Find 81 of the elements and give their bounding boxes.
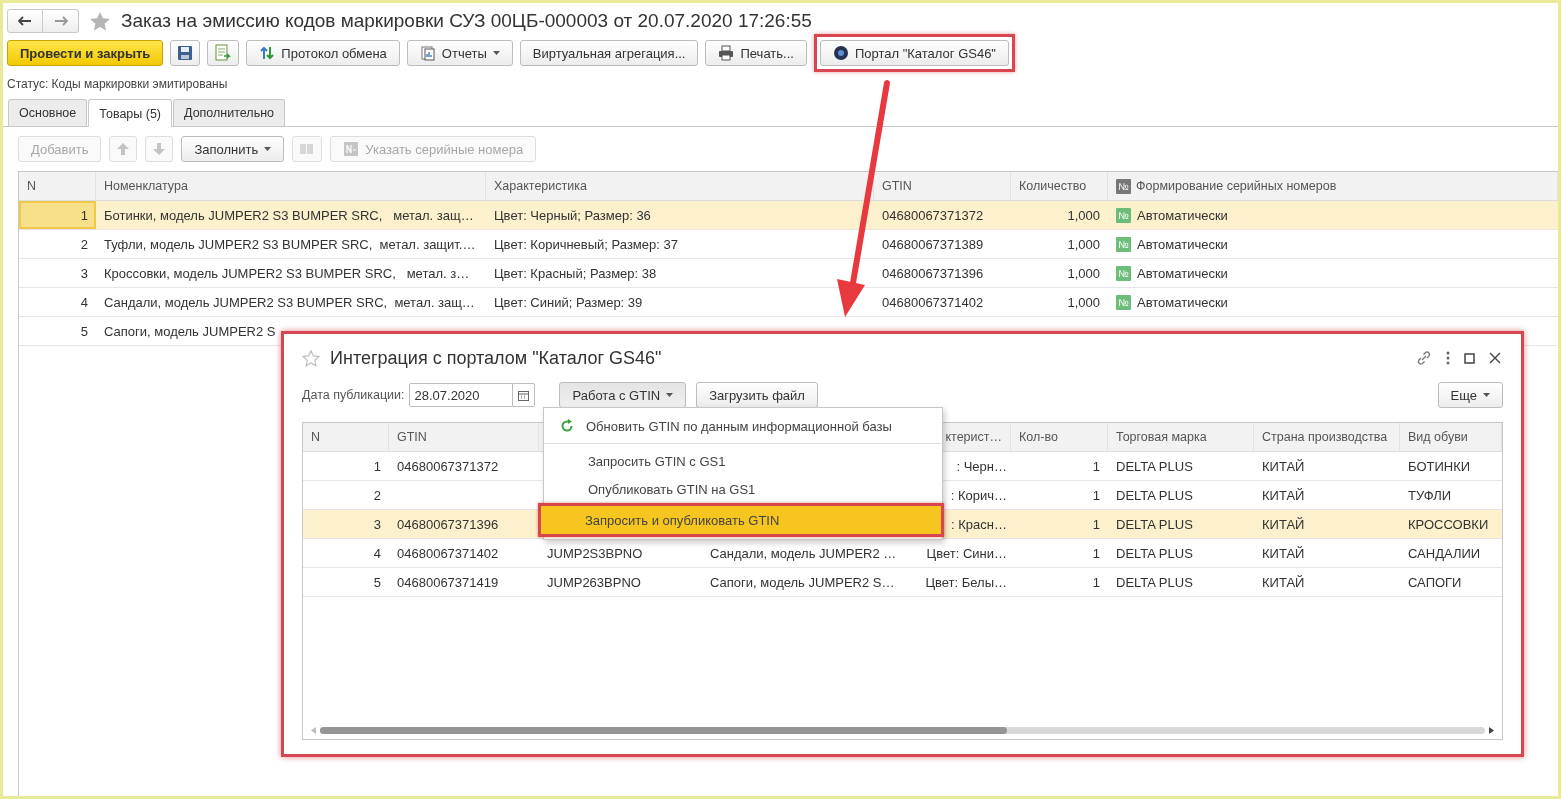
printer-icon <box>718 45 735 61</box>
document-arrow-icon <box>214 44 233 62</box>
number-badge: № <box>1116 265 1131 281</box>
caret-icon <box>666 393 674 397</box>
column-header[interactable]: Кол-во <box>1011 423 1108 452</box>
table-cell: 04680067371372 <box>874 201 1011 230</box>
row-number-cell: 1 <box>19 201 96 230</box>
toolbar-button[interactable]: Протокол обмена <box>246 40 400 66</box>
table-cell-text: Автоматически <box>1137 236 1228 252</box>
column-header[interactable]: Количество <box>1011 172 1108 201</box>
number-badge: № <box>1116 236 1131 252</box>
scroll-left-icon[interactable] <box>311 726 316 734</box>
table-cell: 1 <box>1011 510 1108 539</box>
table-cell-text: Автоматически <box>1137 207 1228 223</box>
arrow-down-icon <box>152 142 167 156</box>
more-icon[interactable] <box>1446 351 1450 365</box>
calendar-icon <box>518 389 530 401</box>
star-icon[interactable] <box>302 349 320 367</box>
window-title: Заказ на эмиссию кодов маркировки СУЗ 00ЦБ-000003 от 20.07.2020 17:26:55 <box>121 10 812 32</box>
star-icon[interactable] <box>89 10 111 32</box>
column-header[interactable]: GTIN <box>389 423 539 452</box>
serial-number-icon <box>343 141 360 157</box>
post-and-close-button[interactable]: Провести и закрыть <box>7 40 164 66</box>
column-header[interactable]: № Формирование серийных номеров <box>1108 172 1558 201</box>
close-icon[interactable] <box>1489 352 1501 364</box>
column-header[interactable]: Страна производства <box>1254 423 1400 452</box>
table-cell: КРОССОВКИ <box>1400 510 1502 539</box>
scrollbar[interactable] <box>320 726 1485 734</box>
row-number-cell: 3 <box>303 510 389 539</box>
more-button[interactable]: Еще <box>1437 382 1503 408</box>
back-button[interactable] <box>7 9 43 33</box>
exchange-arrows-icon <box>259 45 276 61</box>
column-header[interactable]: Торговая марка <box>1108 423 1254 452</box>
toolbar-button[interactable]: Печать... <box>705 40 807 66</box>
menu-item[interactable]: Запросить и опубликовать GTIN <box>541 506 941 534</box>
column-title: Формирование серийных номеров <box>1136 179 1337 193</box>
upload-file-button[interactable]: Загрузить файл <box>696 382 818 408</box>
toolbar-button[interactable]: Портал "Каталог GS46" <box>819 40 1009 66</box>
column-header[interactable]: Номенклатура <box>96 172 486 201</box>
caret-icon <box>264 147 272 151</box>
maximize-icon[interactable] <box>1464 352 1475 364</box>
table-cell: DELTA PLUS <box>1108 510 1254 539</box>
column-header[interactable]: Характеристика <box>486 172 874 201</box>
dialog-title: Интеграция с порталом "Каталог GS46" <box>330 347 663 369</box>
tab[interactable]: Дополнительно <box>173 99 285 126</box>
column-header[interactable]: N <box>303 423 389 452</box>
table-cell-text: Автоматически <box>1137 265 1228 281</box>
toolbar-button[interactable]: Виртуальная агрегация... <box>519 40 699 66</box>
table-cell: КИТАЙ <box>1254 510 1400 539</box>
globe-icon <box>832 45 849 61</box>
table-cell: Ботинки, модель JUMPER2 S3 BUMPER SRC, метал. защ… <box>96 201 486 230</box>
status-text: Статус: Коды маркировки эмитированы <box>6 76 229 93</box>
scroll-right-icon[interactable] <box>1489 726 1494 734</box>
arrow-right-icon <box>53 16 68 26</box>
column-header[interactable]: Вид обуви <box>1400 423 1502 452</box>
refresh-icon <box>560 419 574 433</box>
barcode-icon <box>299 141 316 157</box>
number-badge: № <box>1116 178 1131 194</box>
tab[interactable]: Товары (5) <box>88 99 173 127</box>
arrow-up-icon <box>116 142 131 156</box>
table-cell: Цвет: Черный; Размер: 36 <box>486 201 874 230</box>
caret-icon <box>492 51 500 55</box>
table-cell: 1,000 <box>1011 201 1108 230</box>
link-icon[interactable] <box>1416 350 1432 366</box>
number-badge: № <box>1116 294 1131 310</box>
icon-button[interactable] <box>170 40 201 66</box>
calendar-button[interactable] <box>513 383 536 407</box>
dropdown-button[interactable]: Работа с GTIN <box>559 382 687 408</box>
arrow-left-icon <box>18 16 32 26</box>
table-cell: 04680067371396 <box>389 510 539 539</box>
tab[interactable]: Основное <box>8 99 88 126</box>
column-header[interactable]: N <box>19 172 96 201</box>
report-icon <box>419 45 436 61</box>
dropdown-button[interactable]: Отчеты <box>406 40 513 66</box>
field-label: Дата публикации: <box>302 388 405 402</box>
caret-icon <box>1483 393 1490 397</box>
column-header[interactable]: GTIN <box>874 172 1011 201</box>
date-field[interactable]: 28.07.2020 <box>409 383 514 407</box>
table-cell-text: Автоматически <box>1137 294 1228 310</box>
number-badge: № <box>1116 207 1131 223</box>
dropdown-button[interactable]: Заполнить <box>181 136 285 162</box>
